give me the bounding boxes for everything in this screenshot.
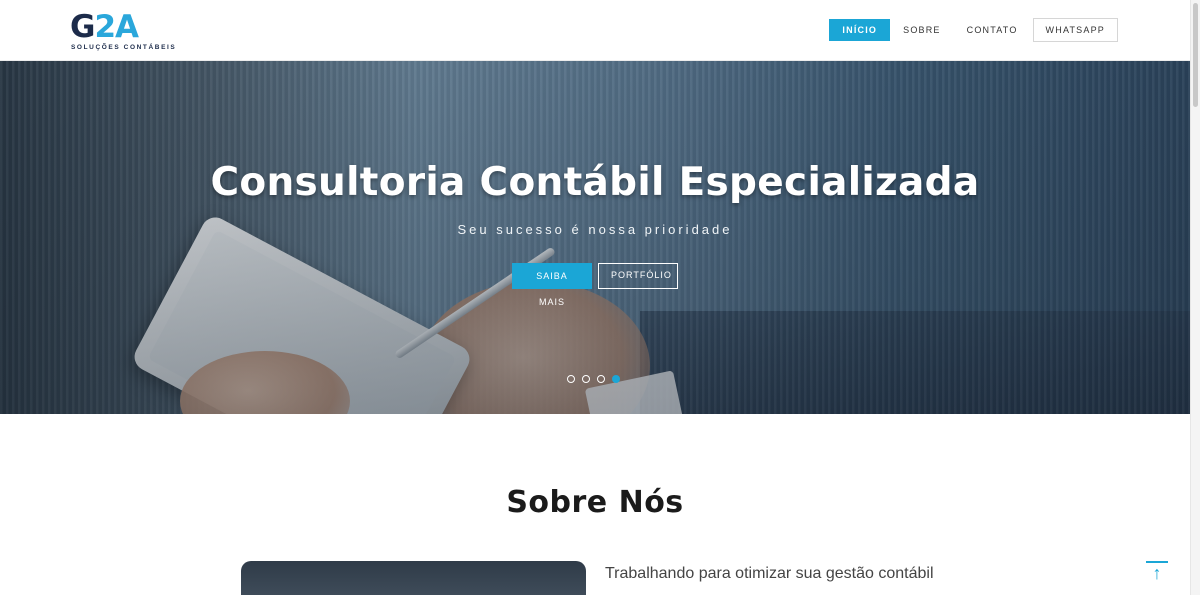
- page-scrollbar[interactable]: [1190, 0, 1200, 595]
- hero-overlay: [0, 61, 1190, 414]
- logo-letter-a: A: [115, 9, 139, 45]
- back-to-top-button[interactable]: ↑: [1146, 561, 1168, 583]
- slider-dot-1[interactable]: [567, 375, 575, 383]
- scrollbar-thumb[interactable]: [1193, 3, 1198, 107]
- slider-dot-2[interactable]: [582, 375, 590, 383]
- saiba-mais-button[interactable]: SAIBA MAIS: [512, 263, 592, 307]
- slider-dot-3[interactable]: [597, 375, 605, 383]
- hero-title: Consultoria Contábil Especializada: [210, 160, 980, 205]
- nav-item-whatsapp[interactable]: WHATSAPP: [1032, 18, 1118, 42]
- main-nav: INÍCIO SOBRE CONTATO WHATSAPP: [829, 18, 1118, 42]
- logo-mark: G2A: [70, 9, 139, 45]
- slider-dot-4[interactable]: [612, 375, 620, 383]
- site-header: G2A SOLUÇÕES CONTÁBEIS INÍCIO SOBRE CONT…: [0, 0, 1190, 61]
- logo[interactable]: G2A SOLUÇÕES CONTÁBEIS: [70, 9, 175, 55]
- hero-subtitle: Seu sucesso é nossa prioridade: [457, 222, 733, 237]
- about-title: Sobre Nós: [506, 485, 684, 520]
- logo-digit-2: 2: [94, 9, 116, 45]
- about-heading: Trabalhando para otimizar sua gestão con…: [605, 565, 934, 582]
- arrow-up-icon: ↑: [1152, 563, 1162, 583]
- logo-tagline: SOLUÇÕES CONTÁBEIS: [71, 44, 177, 51]
- nav-item-sobre[interactable]: SOBRE: [890, 19, 954, 41]
- nav-item-contato[interactable]: CONTATO: [954, 19, 1031, 41]
- portfolio-button[interactable]: PORTFÓLIO: [598, 263, 678, 289]
- nav-item-inicio[interactable]: INÍCIO: [829, 19, 891, 41]
- about-image: [241, 561, 586, 595]
- slider-pagination: [567, 375, 620, 383]
- logo-letter-g: G: [70, 9, 95, 45]
- hero-buttons: SAIBA MAIS PORTFÓLIO: [0, 263, 1190, 307]
- hero-slider: Consultoria Contábil Especializada Seu s…: [0, 61, 1190, 414]
